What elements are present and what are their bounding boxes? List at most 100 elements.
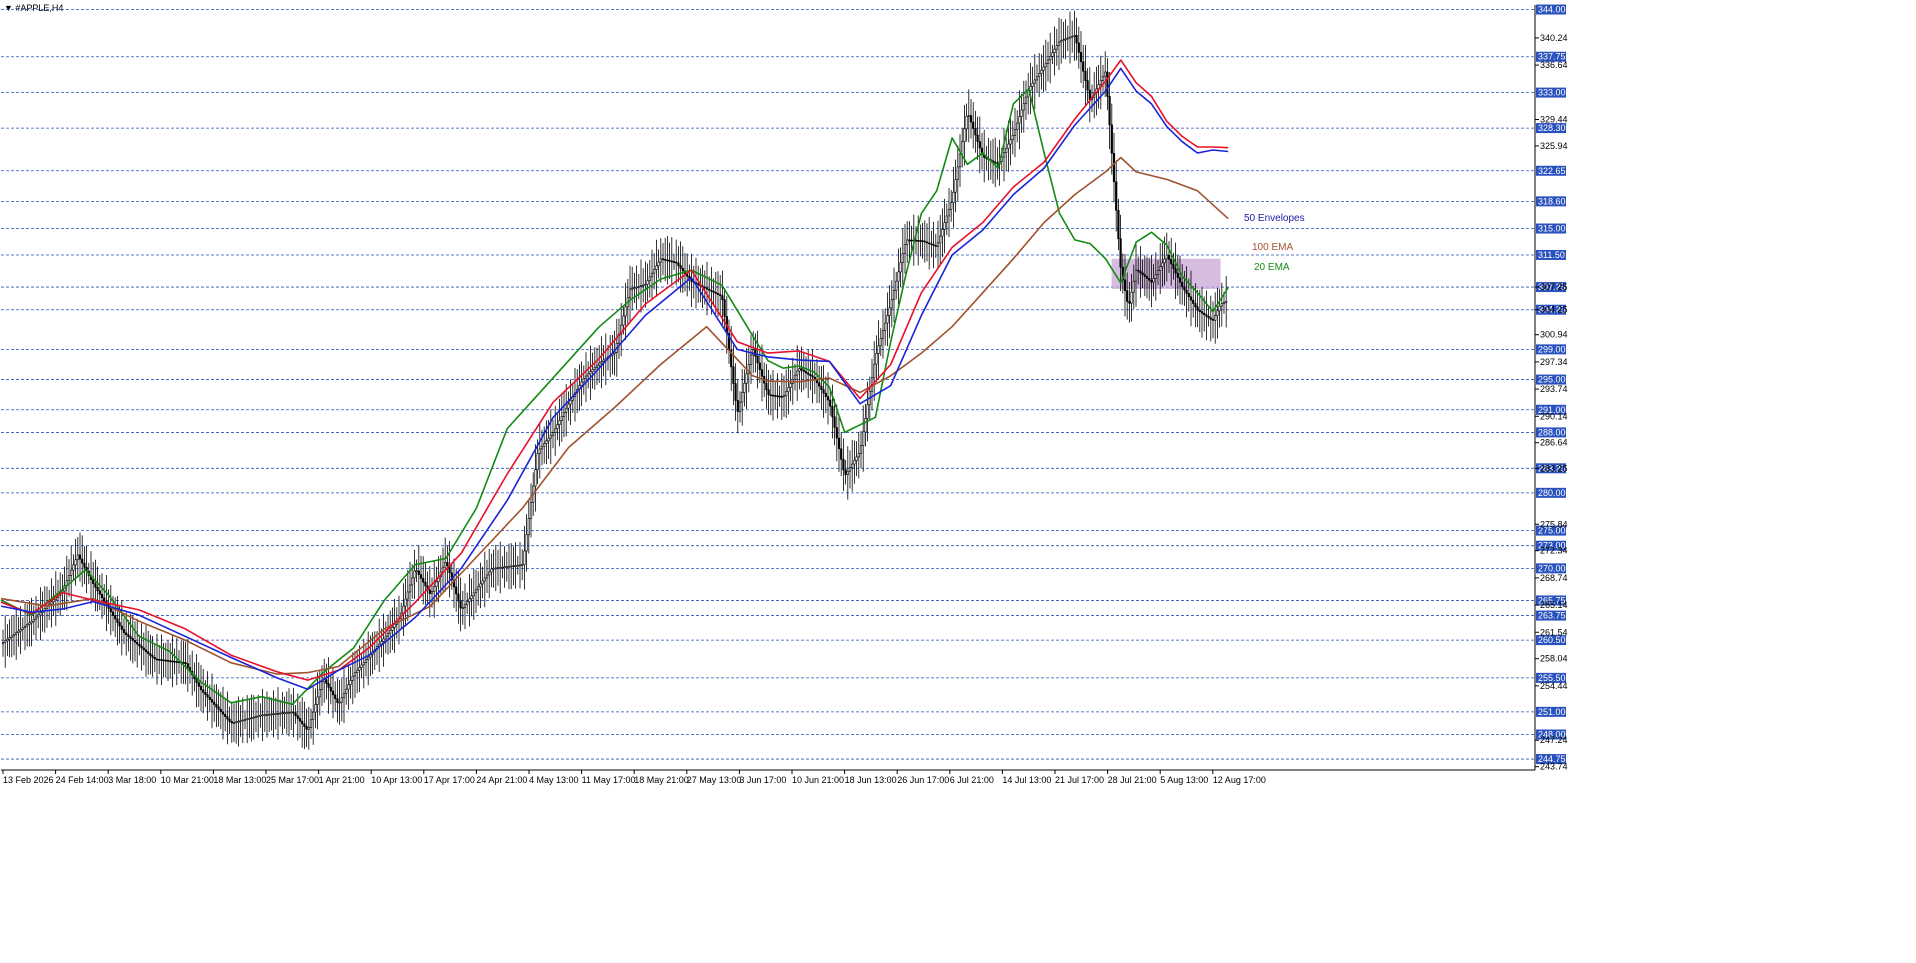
candle-body	[846, 470, 849, 476]
x-tick-label: 28 Jul 21:00	[1108, 775, 1157, 785]
candle-body	[527, 518, 530, 536]
candle-body	[939, 235, 942, 244]
y-tick-label: 307.25	[1540, 282, 1568, 292]
horizontal-levels: 344.00337.75333.00328.30322.65318.60315.…	[1, 4, 1566, 765]
candle-body	[235, 721, 238, 724]
candle-body	[74, 559, 77, 566]
candle-body	[760, 369, 764, 377]
level-price-label: 251.00	[1538, 707, 1566, 717]
candle-body	[142, 647, 145, 651]
candle-body	[628, 288, 632, 299]
candle-body	[851, 463, 854, 468]
candle-body	[840, 448, 843, 460]
candle-body	[1108, 96, 1111, 126]
candle-body	[901, 253, 904, 264]
candle-body	[483, 577, 486, 582]
candle-body	[969, 115, 973, 123]
candle-body	[4, 640, 7, 643]
candle-body	[1075, 35, 1078, 44]
y-tick-label: 272.34	[1540, 546, 1568, 556]
candle-body	[17, 630, 20, 633]
ema20-line[interactable]	[0, 88, 1229, 706]
candle-body	[116, 618, 119, 623]
candle-body	[510, 565, 513, 568]
candle-body	[853, 460, 856, 465]
candle-body	[679, 265, 682, 269]
candle-body	[589, 371, 592, 375]
candle-body	[558, 420, 561, 425]
candle-body	[287, 711, 291, 714]
candle-body	[1225, 300, 1228, 303]
price-chart[interactable]: 344.00337.75333.00328.30322.65318.60315.…	[0, 0, 1916, 963]
x-tick-label: 18 May 21:00	[634, 775, 689, 785]
candle-body	[659, 258, 662, 263]
candle-body	[826, 396, 830, 401]
candle-body	[1205, 314, 1208, 317]
level-price-label: 322.65	[1538, 166, 1566, 176]
candle-body	[798, 368, 801, 372]
candle-body	[202, 689, 205, 693]
candle-body	[824, 392, 827, 397]
candle-body	[1214, 315, 1217, 321]
candle-body	[859, 445, 863, 454]
candle-body	[1170, 259, 1173, 265]
candle-body	[741, 392, 744, 403]
candle-body	[356, 669, 359, 673]
candle-body	[758, 362, 761, 370]
candle-body	[697, 283, 700, 286]
candle-body	[1077, 42, 1080, 53]
x-tick-label: 3 Jun 17:00	[739, 775, 786, 785]
level-price-label: 270.00	[1538, 563, 1566, 573]
candle-body	[1185, 289, 1188, 294]
candle-body	[1055, 45, 1058, 50]
candle-body	[657, 261, 660, 267]
candle-body	[140, 645, 143, 649]
candle-body	[270, 713, 273, 716]
candle-body	[316, 696, 319, 705]
candle-body	[81, 558, 84, 564]
candle-body	[169, 660, 172, 662]
candle-body	[994, 161, 997, 164]
candle-body	[771, 394, 775, 397]
y-tick-label: 261.54	[1540, 627, 1568, 637]
candle-body	[672, 261, 676, 263]
candle-body	[481, 580, 484, 585]
candle-body	[257, 715, 260, 718]
x-tick-label: 3 Mar 18:00	[108, 775, 156, 785]
candle-body	[892, 290, 896, 300]
candle-body	[903, 243, 907, 254]
candle-body	[1130, 291, 1133, 304]
candle-body	[862, 431, 865, 446]
candle-body	[1163, 258, 1166, 264]
candle-body	[274, 713, 277, 715]
candle-body	[1141, 272, 1144, 276]
candle-body	[1005, 148, 1008, 154]
candle-body	[1099, 80, 1102, 85]
candle-body	[765, 382, 768, 391]
candle-body	[391, 627, 394, 631]
candle-body	[1035, 76, 1039, 81]
ema100-line[interactable]	[0, 156, 1229, 675]
candle-body	[404, 598, 407, 607]
candle-body	[1220, 303, 1223, 307]
candle-body	[978, 141, 981, 149]
candle-body	[967, 115, 970, 117]
candle-body	[767, 389, 770, 396]
candle-body	[26, 624, 29, 627]
candle-body	[382, 638, 385, 642]
candle-body	[485, 574, 489, 579]
candle-body	[917, 240, 920, 242]
candle-body	[259, 714, 262, 717]
candle-body	[329, 686, 332, 692]
candle-body	[681, 267, 684, 272]
candle-body	[92, 579, 95, 585]
x-tick-label: 6 Jul 21:00	[950, 775, 994, 785]
candle-body	[866, 404, 869, 419]
candle-body	[516, 564, 519, 567]
candle-body	[1020, 109, 1023, 117]
y-tick-label: 243.74	[1540, 762, 1568, 772]
candle-body	[1117, 209, 1120, 240]
candle-body	[813, 376, 816, 380]
candle-body	[932, 244, 935, 246]
candle-body	[318, 689, 321, 698]
